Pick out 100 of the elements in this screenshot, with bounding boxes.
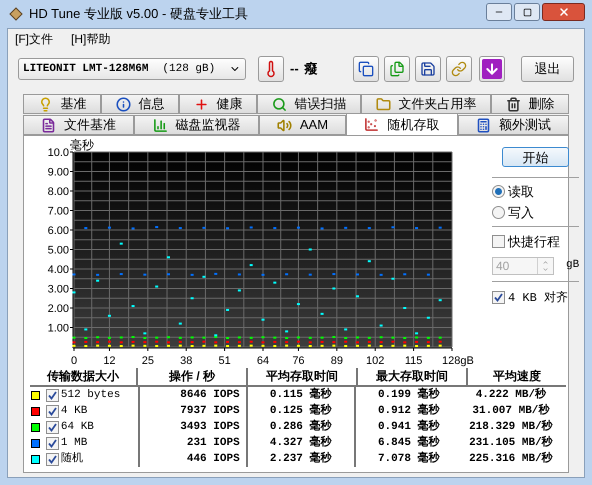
table-cell-text: 0.286 毫秒 bbox=[270, 418, 332, 435]
data-point bbox=[332, 273, 336, 276]
data-point bbox=[72, 273, 76, 276]
data-point bbox=[415, 345, 418, 348]
y-tick-label: 1.00 bbox=[48, 322, 69, 334]
data-point bbox=[356, 273, 359, 276]
chain-icon bbox=[451, 61, 467, 77]
table-cell-text: 0.199 毫秒 bbox=[378, 386, 440, 403]
data-point bbox=[202, 226, 206, 229]
temperature-reading: -- bbox=[290, 60, 299, 78]
plus-icon bbox=[194, 96, 208, 112]
data-point bbox=[250, 336, 253, 339]
data-point bbox=[285, 337, 288, 340]
y-tick-label: 10.0 bbox=[48, 147, 69, 159]
table-cell-text: 1 MB bbox=[60, 436, 88, 451]
data-point bbox=[380, 274, 383, 276]
menu-item[interactable]: [F]文件 bbox=[15, 30, 53, 48]
data-point bbox=[167, 336, 170, 338]
temperature-button[interactable] bbox=[258, 56, 284, 82]
series-checkbox[interactable] bbox=[46, 452, 59, 466]
maximize-button[interactable] bbox=[514, 3, 540, 21]
data-point bbox=[308, 336, 312, 339]
y-tick-label: 4.00 bbox=[48, 264, 69, 276]
exit-button[interactable]: 退出 bbox=[521, 56, 574, 82]
tab[interactable]: 错误扫描 bbox=[257, 94, 361, 114]
series-checkbox[interactable] bbox=[46, 420, 59, 434]
data-point bbox=[178, 227, 182, 230]
data-point bbox=[132, 344, 135, 347]
data-point bbox=[262, 318, 264, 321]
radio-label: 写入 bbox=[508, 204, 534, 222]
data-point bbox=[190, 345, 194, 348]
radio-button[interactable] bbox=[492, 206, 505, 219]
radio-button[interactable] bbox=[492, 185, 505, 198]
table-cell-text: 0.125 毫秒 bbox=[270, 402, 332, 419]
tab[interactable]: 磁盘监视器 bbox=[134, 115, 259, 135]
data-point bbox=[167, 256, 170, 258]
data-point bbox=[250, 344, 253, 347]
data-point bbox=[96, 336, 100, 338]
restore-icon bbox=[522, 8, 532, 16]
data-point bbox=[391, 226, 394, 228]
table-cell-text: 31.007 MB/秒 bbox=[472, 402, 550, 419]
data-point bbox=[391, 278, 394, 280]
data-point bbox=[296, 336, 300, 338]
checkbox[interactable] bbox=[492, 291, 505, 304]
y-tick-label: 2.00 bbox=[48, 303, 69, 315]
data-point bbox=[108, 314, 111, 317]
data-point bbox=[96, 280, 100, 282]
x-tick-label: 102 bbox=[366, 355, 384, 367]
column-header: 操作 / 秒 bbox=[168, 368, 215, 385]
tab[interactable]: 基准 bbox=[23, 94, 101, 114]
series-checkbox[interactable] bbox=[46, 436, 59, 450]
y-tick-label: 5.00 bbox=[48, 244, 69, 256]
table-cell-text: 2.237 毫秒 bbox=[270, 450, 332, 467]
data-point bbox=[380, 345, 383, 348]
speaker-icon bbox=[276, 118, 292, 132]
drive-dropdown[interactable]: LITEONIT LMT-128M6M (128 gB) bbox=[18, 58, 246, 80]
table-cell-text: 随机 bbox=[60, 451, 84, 467]
tab[interactable]: 文件夹占用率 bbox=[361, 94, 491, 114]
data-point bbox=[356, 336, 359, 338]
data-point bbox=[285, 273, 288, 276]
table-cell-text: 4 KB bbox=[60, 404, 88, 419]
data-point bbox=[226, 227, 230, 230]
tab[interactable]: 文件基准 bbox=[23, 115, 134, 135]
menu-item[interactable]: [H]帮助 bbox=[71, 30, 110, 48]
data-point bbox=[296, 344, 300, 347]
checkbox[interactable] bbox=[492, 235, 505, 248]
tab[interactable]: 信息 bbox=[101, 94, 179, 114]
drive-icon bbox=[9, 7, 23, 21]
tab[interactable]: 删除 bbox=[491, 94, 569, 114]
toolbar-button[interactable] bbox=[415, 56, 441, 82]
table-cell-text: 7937 IOPS bbox=[180, 404, 240, 419]
close-button[interactable] bbox=[542, 3, 585, 21]
table-cell-text: 218.329 MB/秒 bbox=[469, 418, 553, 435]
data-point bbox=[380, 324, 383, 327]
data-point bbox=[273, 227, 276, 230]
series-checkbox[interactable] bbox=[46, 404, 59, 418]
data-point bbox=[403, 273, 406, 276]
data-point bbox=[155, 286, 158, 288]
data-point bbox=[143, 274, 146, 276]
data-point bbox=[72, 291, 76, 294]
toolbar-button[interactable] bbox=[353, 56, 379, 82]
tab[interactable]: 随机存取 bbox=[346, 113, 458, 135]
data-point bbox=[178, 344, 182, 347]
tab[interactable]: 健康 bbox=[179, 94, 257, 114]
x-tick-label: 76 bbox=[292, 355, 305, 367]
data-point bbox=[296, 226, 300, 229]
tab[interactable]: 额外测试 bbox=[458, 115, 569, 135]
data-point bbox=[415, 340, 418, 343]
data-point bbox=[415, 336, 418, 338]
tab[interactable]: AAM bbox=[258, 115, 346, 135]
data-point bbox=[273, 282, 276, 284]
save-icon bbox=[420, 61, 436, 77]
data-point bbox=[214, 272, 218, 275]
series-checkbox[interactable] bbox=[46, 388, 59, 402]
x-tick-label: 25 bbox=[142, 355, 154, 367]
data-point bbox=[155, 336, 158, 339]
data-point bbox=[178, 340, 182, 343]
start-button[interactable]: 开始 bbox=[502, 147, 570, 167]
radio-label: 读取 bbox=[508, 183, 534, 201]
toolbar-button[interactable] bbox=[479, 56, 505, 82]
